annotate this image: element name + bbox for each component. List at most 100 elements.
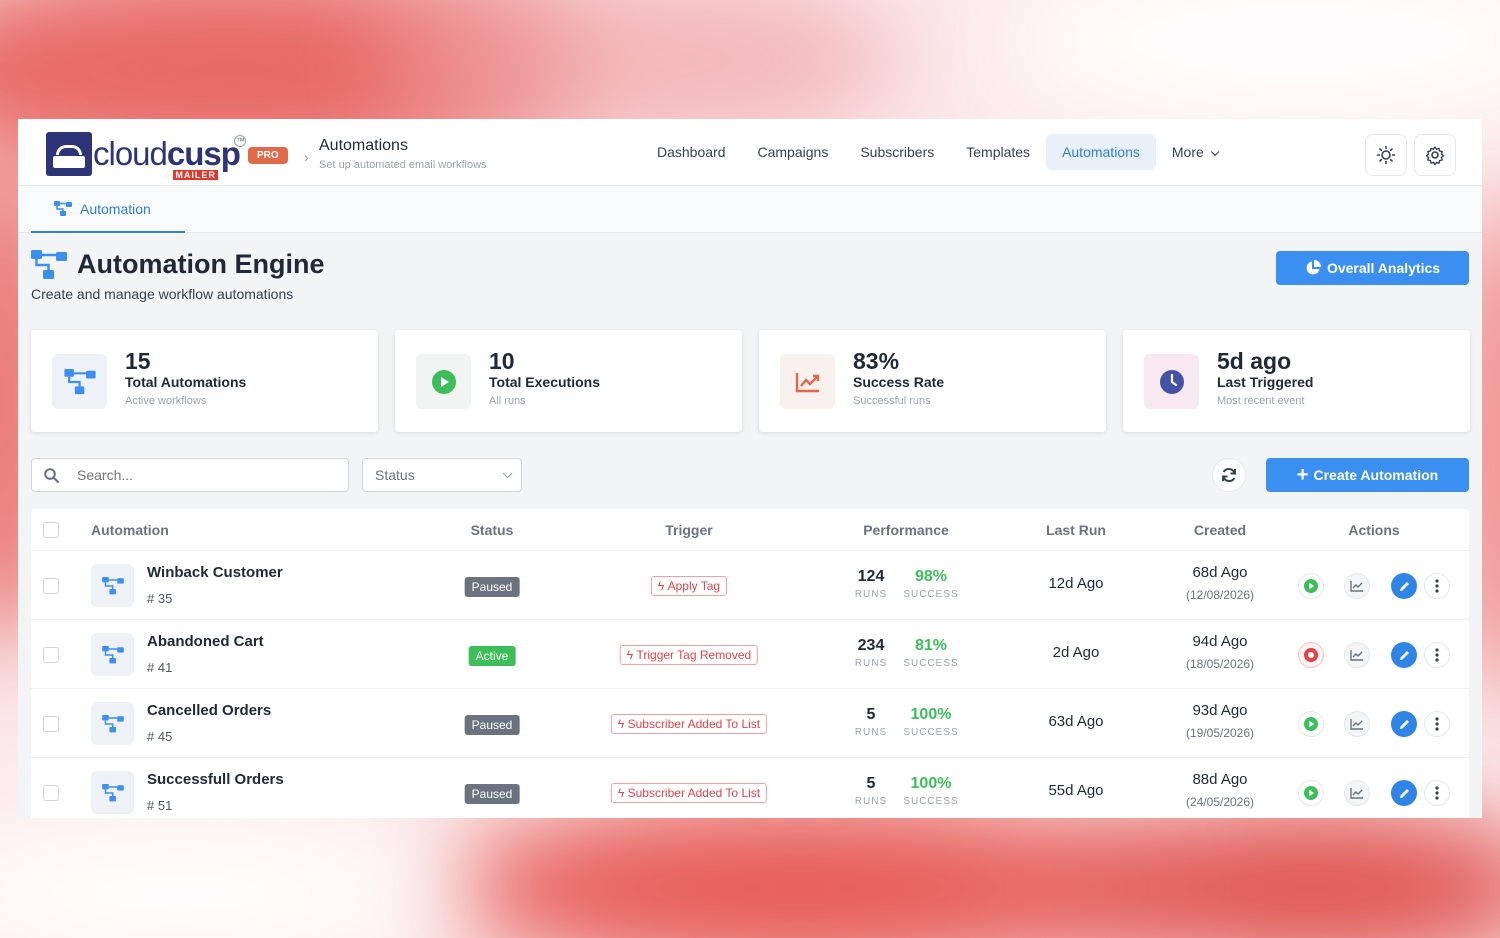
row-checkbox[interactable] [43,578,59,594]
more-options-button[interactable] [1424,780,1450,806]
trigger-badge: ϟ Subscriber Added To List [610,714,768,734]
workflow-icon [52,354,107,409]
created-cell: 94d Ago (18/05/2026) [1185,633,1255,671]
col-created[interactable]: Created [1160,522,1280,538]
pencil-icon [1399,581,1409,591]
chart-icon [1350,788,1363,799]
stop-icon [1304,648,1318,662]
nav-subscribers[interactable]: Subscribers [844,134,950,170]
success-metric: 100% SUCCESS [903,706,959,738]
table-row[interactable]: Successfull Orders # 51 Paused ϟ Subscriber… [31,758,1469,818]
workflow-icon [91,771,134,814]
top-bar: cloudcusp MAILER ™ PRO › Automations Set… [18,119,1482,186]
play-icon [416,354,471,409]
stat-sub: All runs [489,395,526,407]
col-trigger[interactable]: Trigger [589,522,789,538]
stat-label: Total Automations [125,374,247,390]
stat-sub: Most recent event [1217,395,1305,407]
kebab-icon [1435,579,1439,593]
breadcrumb-title: Automations [319,137,408,154]
more-options-button[interactable] [1424,711,1450,737]
created-cell: 88d Ago (24/05/2026) [1185,771,1255,809]
refresh-button[interactable] [1212,458,1246,492]
more-options-button[interactable] [1424,642,1450,668]
analytics-button[interactable] [1344,573,1370,599]
trend-icon [780,354,835,409]
edit-button[interactable] [1391,573,1417,599]
edit-button[interactable] [1391,711,1417,737]
row-checkbox[interactable] [43,785,59,801]
stop-button[interactable] [1298,642,1324,668]
page-title: Automation Engine [77,249,325,279]
workflow-icon [91,633,134,676]
col-automation[interactable]: Automation [91,522,169,538]
trigger-badge: ϟ Trigger Tag Removed [619,645,759,665]
tab-automation[interactable]: Automation [31,186,185,233]
analytics-button[interactable] [1344,711,1370,737]
kebab-icon [1435,717,1439,731]
overall-analytics-button[interactable]: Overall Analytics [1276,251,1469,285]
chevron-down-icon [1210,147,1220,157]
automation-id: # 51 [147,798,173,813]
last-run: 55d Ago [1048,782,1104,799]
col-last-run[interactable]: Last Run [1016,522,1136,538]
bolt-icon: ϟ [617,717,625,731]
run-button[interactable] [1298,573,1324,599]
search-input[interactable] [77,467,317,483]
logo-mark [46,132,92,176]
brand-logo[interactable]: cloudcusp MAILER ™ [46,132,246,180]
refresh-icon [1222,467,1236,483]
col-performance[interactable]: Performance [831,522,981,538]
row-checkbox[interactable] [43,647,59,663]
edit-button[interactable] [1391,780,1417,806]
row-checkbox[interactable] [43,716,59,732]
col-status[interactable]: Status [442,522,542,538]
stat-card-total-automations: 15 Total Automations Active workflows [31,330,378,432]
nav-templates[interactable]: Templates [950,134,1046,170]
play-icon [1304,579,1318,593]
last-run: 12d Ago [1048,575,1104,592]
gear-icon [1425,146,1445,165]
select-all-checkbox[interactable] [43,522,59,538]
theme-toggle-button[interactable] [1365,134,1407,176]
table-row[interactable]: Abandoned Cart # 41 Active ϟ Trigger Tag Re… [31,620,1469,689]
create-automation-button[interactable]: + Create Automation [1266,458,1469,492]
status-badge: Paused [464,784,520,804]
stat-label: Total Executions [489,374,600,390]
run-button[interactable] [1298,780,1324,806]
automation-name[interactable]: Abandoned Cart [147,633,264,650]
status-badge: Active [468,646,516,666]
automation-name[interactable]: Cancelled Orders [147,702,271,719]
workflow-icon [54,200,72,216]
runs-metric: 124 RUNS [854,568,888,600]
edit-button[interactable] [1391,642,1417,668]
status-badge: Paused [464,577,520,597]
settings-button[interactable] [1414,134,1456,176]
table-row[interactable]: Cancelled Orders # 45 Paused ϟ Subscriber A… [31,689,1469,758]
nav-campaigns[interactable]: Campaigns [742,134,845,170]
analytics-button[interactable] [1344,642,1370,668]
stat-sub: Active workflows [125,395,207,407]
automation-name[interactable]: Winback Customer [147,564,283,581]
table-header: Automation Status Trigger Performance La… [31,509,1469,551]
play-icon [1304,786,1318,800]
run-button[interactable] [1298,711,1324,737]
nav-more[interactable]: More [1156,134,1232,170]
last-run: 2d Ago [1052,644,1100,661]
nav-automations[interactable]: Automations [1046,134,1156,170]
stat-sub: Successful runs [853,395,931,407]
pro-badge: PRO [248,147,288,164]
more-options-button[interactable] [1424,573,1450,599]
success-metric: 98% SUCCESS [903,568,959,600]
sun-icon [1376,145,1396,165]
success-metric: 100% SUCCESS [903,775,959,807]
chart-icon [1350,650,1363,661]
automation-id: # 41 [147,660,173,675]
chart-icon [1350,719,1363,730]
status-filter-select[interactable]: Status [362,458,522,492]
table-row[interactable]: Winback Customer # 35 Paused ϟ Apply Tag 124… [31,551,1469,620]
automation-name[interactable]: Successfull Orders [147,771,284,788]
analytics-button[interactable] [1344,780,1370,806]
nav-dashboard[interactable]: Dashboard [641,134,742,170]
created-cell: 93d Ago (19/05/2026) [1185,702,1255,740]
